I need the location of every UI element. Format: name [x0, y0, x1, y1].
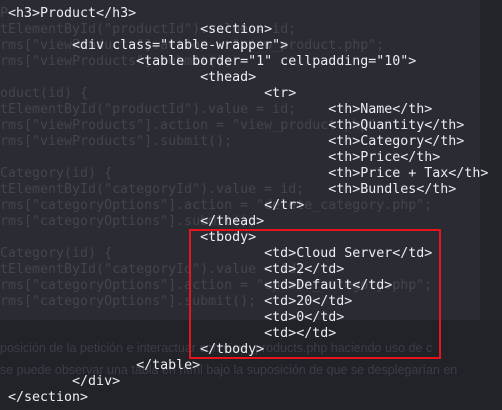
code-line: </thead>	[8, 214, 265, 229]
code-line: </section>	[8, 390, 89, 405]
code-line: <th>Name</th>	[8, 102, 433, 117]
code-line: <thead>	[8, 70, 257, 85]
code-line: <th>Bundles</th>	[8, 182, 457, 197]
code-line: <section>	[8, 22, 273, 37]
code-line: <th>Quantity</th>	[8, 118, 465, 133]
code-line: <th>Price</th>	[8, 150, 441, 165]
code-line: <th>Price + Tax</th>	[8, 166, 489, 181]
code-line: <th>Category</th>	[8, 134, 465, 149]
code-line: <h3>Product</h3>	[8, 6, 137, 21]
code-line: <div class="table-wrapper">	[8, 38, 289, 53]
code-line: </div>	[8, 374, 121, 389]
code-line: </table>	[8, 358, 201, 373]
background-code-line: P	[0, 6, 9, 21]
code-line: <table border="1" cellpadding="10">	[8, 54, 417, 69]
tbody-highlight-box	[189, 229, 441, 359]
scrollbar-track	[480, 0, 502, 320]
code-line: <tr>	[8, 86, 297, 101]
code-line: </tr>	[8, 198, 305, 213]
